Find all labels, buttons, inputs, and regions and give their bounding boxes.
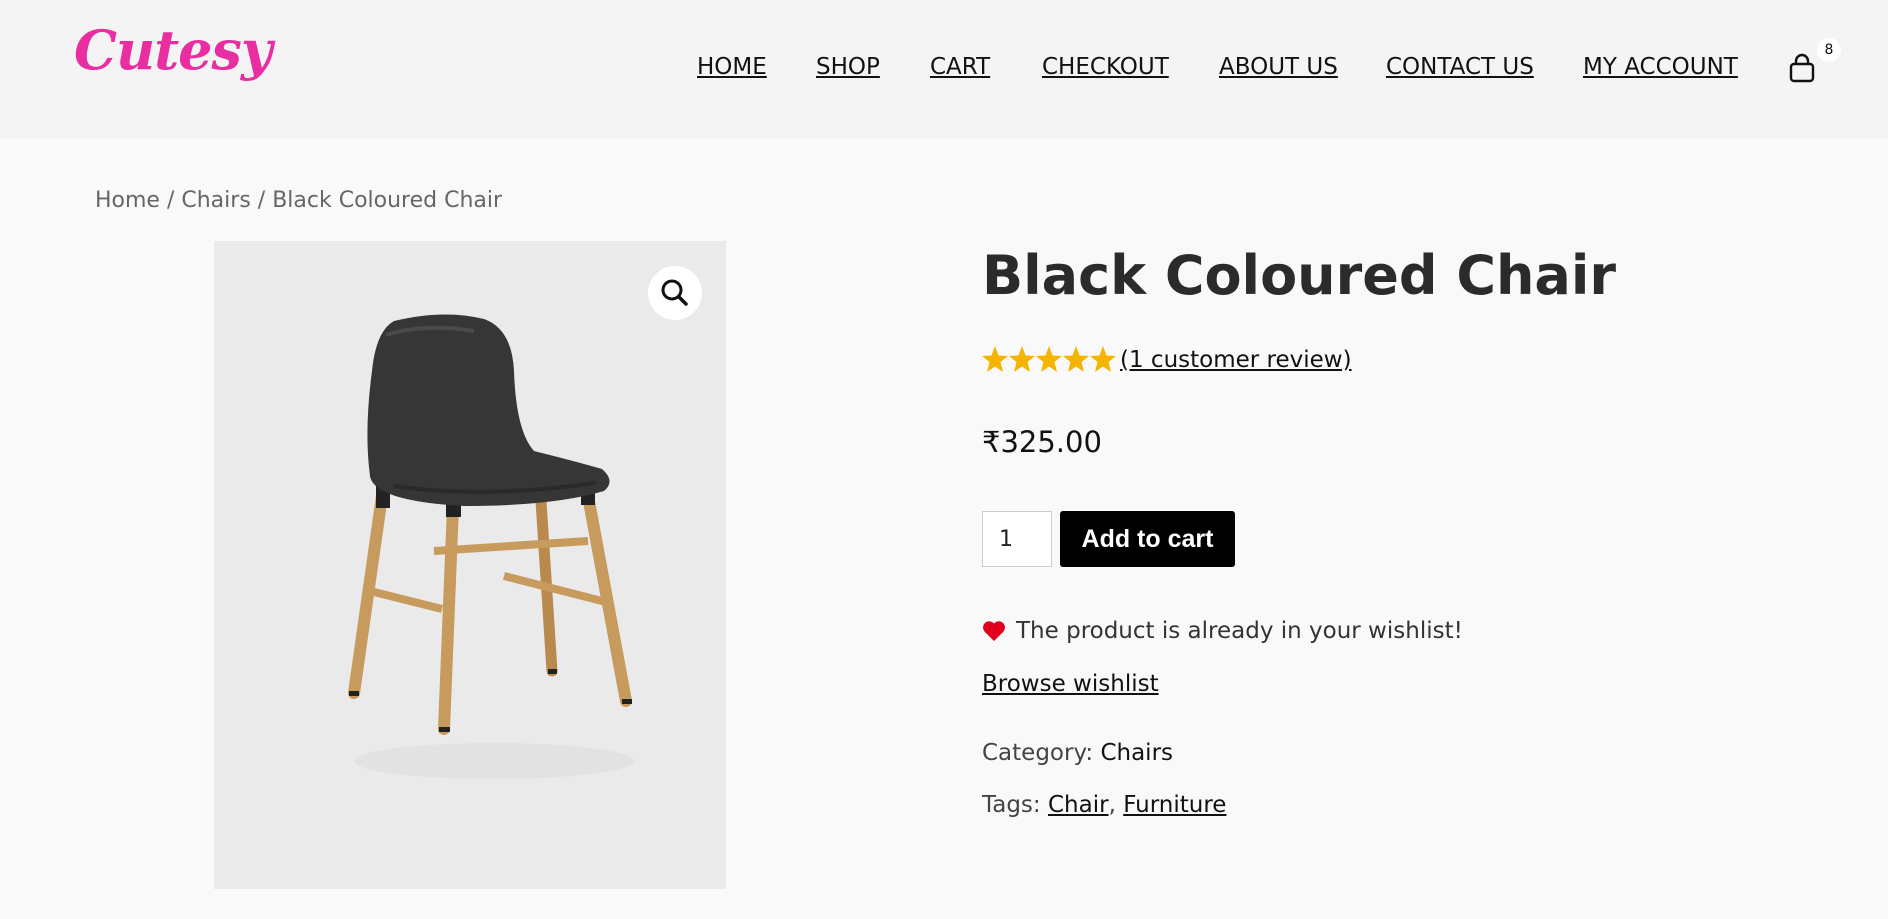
browse-wishlist-link[interactable]: Browse wishlist [982,671,1159,697]
breadcrumb-chairs[interactable]: Chairs [181,188,250,213]
breadcrumb-home[interactable]: Home [95,188,160,213]
product-rating: (1 customer review) [982,345,1352,377]
customer-review-link[interactable]: (1 customer review) [1120,347,1352,373]
shopping-bag-icon[interactable] [1788,53,1816,83]
product-title: Black Coloured Chair [982,244,1616,307]
breadcrumb-separator: / [159,188,182,213]
nav-item-home[interactable]: HOME [697,54,767,80]
wishlist-message-text: The product is already in your wishlist! [1016,618,1463,644]
nav-item-contact-us[interactable]: CONTACT US [1386,54,1534,80]
nav-item-checkout[interactable]: CHECKOUT [1042,54,1169,80]
quantity-input[interactable] [982,511,1052,567]
breadcrumb-separator: / [250,188,273,213]
breadcrumb-current: Black Coloured Chair [272,188,503,213]
breadcrumb: Home / Chairs / Black Coloured Chair [95,188,502,213]
tag-link-chair[interactable]: Chair [1048,792,1109,818]
tag-separator: , [1108,792,1116,818]
product-image-chair[interactable] [334,311,654,831]
magnifier-icon [661,279,688,306]
wishlist-message: The product is already in your wishlist! [982,618,1463,644]
product-tags: Tags: Chair, Furniture [982,792,1226,818]
main-nav: HOME SHOP CART CHECKOUT ABOUT US CONTACT… [0,54,1888,86]
product-price: ₹325.00 [982,425,1102,459]
category-label: Category: [982,740,1094,766]
nav-item-shop[interactable]: SHOP [816,54,880,80]
tags-label: Tags: [982,792,1041,818]
zoom-button[interactable] [648,266,702,320]
star-rating-icon [982,346,1116,372]
category-link-chairs[interactable]: Chairs [1100,740,1173,766]
site-header: Cutesy HOME SHOP CART CHECKOUT ABOUT US … [0,0,1888,139]
heart-icon [983,621,1005,641]
nav-item-my-account[interactable]: MY ACCOUNT [1583,54,1738,80]
product-gallery [214,241,726,889]
nav-item-cart[interactable]: CART [930,54,990,80]
cart-count-badge: 8 [1817,38,1841,62]
nav-item-about-us[interactable]: ABOUT US [1219,54,1338,80]
product-category: Category: Chairs [982,740,1173,766]
add-to-cart-button[interactable]: Add to cart [1060,511,1235,567]
tag-link-furniture[interactable]: Furniture [1123,792,1226,818]
